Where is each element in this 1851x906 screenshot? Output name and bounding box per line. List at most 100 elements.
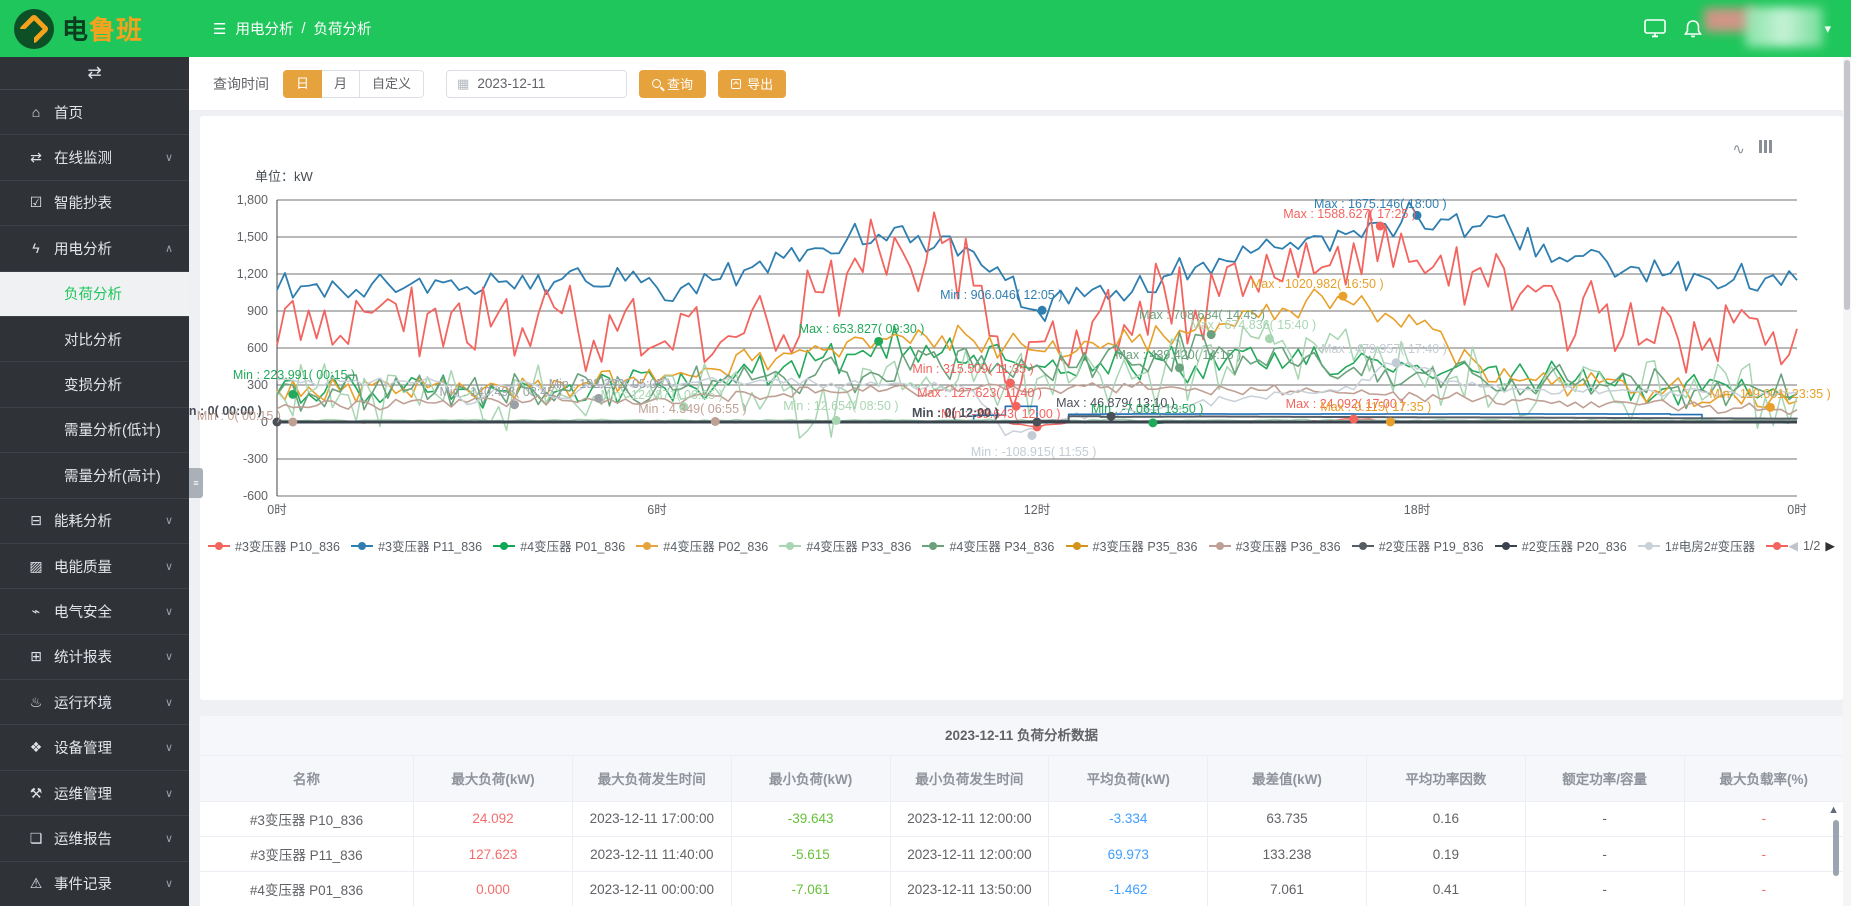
legend-prev-icon[interactable]: ◀ <box>1788 538 1798 553</box>
page-scrollbar[interactable] <box>1843 57 1851 906</box>
sidebar-item-label: 需量分析(高计) <box>64 465 161 486</box>
sidebar-item-14[interactable]: ❖设备管理∨ <box>0 725 189 770</box>
legend-marker-icon <box>208 545 230 547</box>
table-col-8: 额定功率/容量 <box>1525 756 1684 801</box>
time-mode-2[interactable]: 自定义 <box>360 70 424 98</box>
table-row[interactable]: #4变压器 P01_8360.0002023-12-11 00:00:00-7.… <box>200 872 1843 906</box>
table-scroll-up-icon[interactable]: ▲ <box>1828 804 1839 816</box>
svg-text:-600: -600 <box>243 489 268 503</box>
sidebar-item-17[interactable]: ⚠事件记录∨ <box>0 862 189 906</box>
ops-management-icon: ⚒ <box>26 785 46 802</box>
legend-page-indicator: 1/2 <box>1803 539 1820 553</box>
search-button[interactable]: 查询 <box>639 70 706 98</box>
sidebar-item-0[interactable]: ⌂首页 <box>0 90 189 135</box>
legend-item-6[interactable]: #3变压器 P35_836 <box>1066 536 1198 555</box>
time-mode-0[interactable]: 日 <box>283 70 322 98</box>
sidebar-item-10[interactable]: ▨电能质量∨ <box>0 544 189 589</box>
legend-item-1[interactable]: #3变压器 P11_836 <box>351 536 482 555</box>
breadcrumb-section[interactable]: 用电分析 <box>235 18 293 39</box>
legend-marker-icon <box>1766 545 1788 547</box>
power-quality-icon: ▨ <box>26 558 46 575</box>
load-analysis-table: 名称最大负荷(kW)最大负荷发生时间最小负荷(kW)最小负荷发生时间平均负荷(k… <box>200 756 1843 906</box>
legend-item-3[interactable]: #4变压器 P02_836 <box>636 536 768 555</box>
table-cell: - <box>1525 801 1684 836</box>
legend-item-8[interactable]: #2变压器 P19_836 <box>1352 536 1484 555</box>
menu-list-icon[interactable]: ☰ <box>213 20 226 38</box>
sidebar-item-label: 事件记录 <box>54 873 112 894</box>
legend-item-4[interactable]: #4变压器 P33_836 <box>779 536 911 555</box>
line-chart-toggle-icon[interactable]: ∿ <box>1732 140 1745 158</box>
user-avatar[interactable] <box>1745 7 1823 47</box>
table-cell: -3.334 <box>1049 801 1208 836</box>
sidebar-item-15[interactable]: ⚒运维管理∨ <box>0 771 189 816</box>
export-button[interactable]: 导出 <box>718 70 786 98</box>
chart-legend: #3变压器 P10_836 #3变压器 P11_836 #4变压器 P01_836 #… <box>208 536 1835 555</box>
chevron-icon: ∨ <box>165 696 173 709</box>
sidebar-item-1[interactable]: ⇄在线监测∨ <box>0 135 189 180</box>
table-cell: 2023-12-11 11:40:00 <box>572 836 731 871</box>
table-scrollbar-thumb[interactable] <box>1833 820 1839 876</box>
table-cell: - <box>1684 801 1843 836</box>
ops-report-icon: ❏ <box>26 830 46 847</box>
legend-item-9[interactable]: #2变压器 P20_836 <box>1495 536 1627 555</box>
table-cell: - <box>1525 836 1684 871</box>
time-mode-segment: 日月自定义 <box>283 70 424 98</box>
chevron-icon: ∧ <box>165 242 173 255</box>
table-row[interactable]: #3变压器 P11_836127.6232023-12-11 11:40:00-… <box>200 836 1843 871</box>
monitor-icon[interactable] <box>1644 19 1666 38</box>
bell-icon[interactable] <box>1684 19 1702 39</box>
svg-text:900: 900 <box>247 304 268 318</box>
app-title: 电鲁班 <box>62 10 143 47</box>
sidebar-item-4[interactable]: 负荷分析 <box>0 272 189 317</box>
chevron-icon: ∨ <box>165 650 173 663</box>
sidebar-item-7[interactable]: 需量分析(低计) <box>0 408 189 453</box>
date-picker[interactable]: ▦ 2023-12-11 <box>446 70 627 98</box>
legend-item-0[interactable]: #3变压器 P10_836 <box>208 536 340 555</box>
operating-environment-icon: ♨ <box>26 694 46 711</box>
legend-marker-icon <box>636 545 658 547</box>
query-bar: 查询时间 日月自定义 ▦ 2023-12-11 查询 导出 <box>189 57 1843 110</box>
drawer-handle[interactable]: ≡ <box>189 468 203 498</box>
bar-chart-toggle-icon[interactable] <box>1759 140 1773 153</box>
chevron-icon: ∨ <box>165 741 173 754</box>
legend-item-2[interactable]: #4变压器 P01_836 <box>493 536 625 555</box>
legend-next-icon[interactable]: ▶ <box>1825 538 1835 553</box>
time-mode-1[interactable]: 月 <box>322 70 360 98</box>
sidebar-item-3[interactable]: ϟ用电分析∧ <box>0 226 189 271</box>
sidebar-item-13[interactable]: ♨运行环境∨ <box>0 680 189 725</box>
sidebar-item-label: 统计报表 <box>54 646 112 667</box>
legend-label: #2变压器 P20_836 <box>1522 536 1627 555</box>
chart-card: 单位：kW ∿ 1,8001,5001,2009006003000-300-60… <box>200 116 1843 700</box>
legend-marker-icon <box>1209 545 1231 547</box>
export-icon <box>731 79 741 89</box>
sidebar-item-8[interactable]: 需量分析(高计) <box>0 453 189 498</box>
legend-item-11[interactable] <box>1766 545 1788 547</box>
table-cell: 2023-12-11 00:00:00 <box>572 872 731 906</box>
page-scrollbar-thumb[interactable] <box>1844 60 1850 310</box>
sidebar-item-2[interactable]: ☑智能抄表 <box>0 181 189 226</box>
table-cell: - <box>1525 872 1684 906</box>
sidebar-item-9[interactable]: ⊟能耗分析∨ <box>0 499 189 544</box>
legend-item-7[interactable]: #3变压器 P36_836 <box>1209 536 1341 555</box>
table-cell: 2023-12-11 12:00:00 <box>890 801 1049 836</box>
user-caret-icon[interactable]: ▾ <box>1824 21 1831 37</box>
svg-text:600: 600 <box>247 341 268 355</box>
load-curve-chart[interactable]: 1,8001,5001,2009006003000-300-6000时6时12时… <box>200 116 1843 700</box>
table-cell: 127.623 <box>414 836 573 871</box>
svg-text:0: 0 <box>261 415 268 429</box>
sidebar-collapse-toggle[interactable]: ⇄ <box>0 57 189 90</box>
sidebar-item-5[interactable]: 对比分析 <box>0 317 189 362</box>
sidebar-item-16[interactable]: ❏运维报告∨ <box>0 816 189 861</box>
svg-text:1,800: 1,800 <box>237 193 268 207</box>
legend-marker-icon <box>1066 545 1088 547</box>
table-row[interactable]: #3变压器 P10_83624.0922023-12-11 17:00:00-3… <box>200 801 1843 836</box>
sidebar-item-12[interactable]: ⊞统计报表∨ <box>0 635 189 680</box>
sidebar-item-6[interactable]: 变损分析 <box>0 362 189 407</box>
table-col-0: 名称 <box>200 756 414 801</box>
sidebar-item-11[interactable]: ⌁电气安全∨ <box>0 589 189 634</box>
legend-marker-icon <box>1495 545 1517 547</box>
chevron-icon: ∨ <box>165 514 173 527</box>
home-icon: ⌂ <box>26 104 46 120</box>
legend-item-10[interactable]: 1#电房2#变压器 <box>1638 536 1755 555</box>
legend-item-5[interactable]: #4变压器 P34_836 <box>922 536 1054 555</box>
